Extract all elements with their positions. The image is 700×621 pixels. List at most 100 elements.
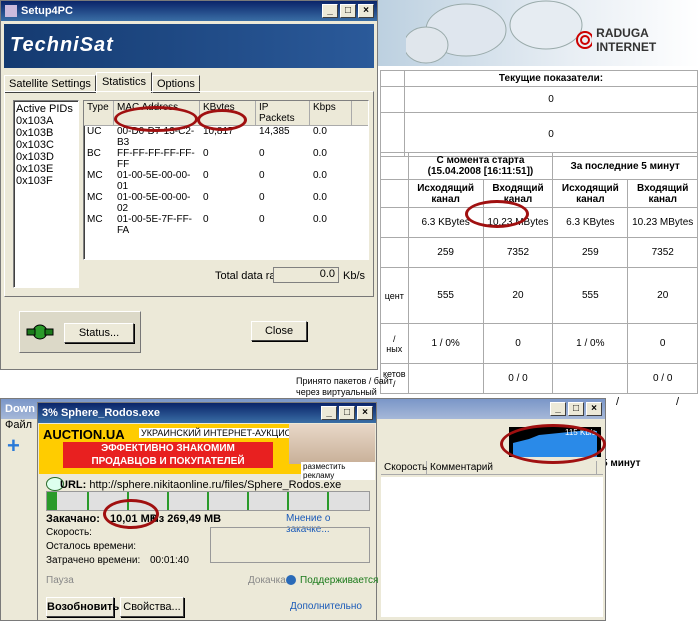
resume-button[interactable]: Возобновить [46, 597, 119, 617]
ad-line-1: ЭФФЕКТИВНО ЗНАКОМИМ [101, 443, 235, 454]
downloaded-total: из 269,49 MB [152, 513, 222, 525]
setup4pc-titlebar: Setup4PC _ □ × [1, 1, 377, 21]
table-cell: 14,385 [259, 126, 290, 137]
table-cell: UC [87, 126, 102, 137]
dm-title: Down [5, 403, 35, 415]
pid-item[interactable]: 0x103A [16, 115, 76, 127]
download-list-body [381, 477, 603, 617]
progress-segment-mark [247, 492, 249, 510]
table-cell: MC [87, 192, 103, 203]
table-cell: 0.0 [313, 192, 327, 203]
menu-file[interactable]: Файл [5, 419, 32, 431]
table-cell: 0 [259, 170, 265, 181]
col-speed[interactable]: Скорость [381, 461, 427, 474]
ad-slogan: ЭФФЕКТИВНО ЗНАКОМИМ ПРОДАВЦОВ И ПОКУПАТЕ… [63, 442, 273, 468]
ad-woman-photo [289, 424, 375, 464]
resume-icon [286, 575, 296, 585]
url-label: URL: [60, 479, 87, 491]
highlight-oval-incoming [465, 200, 529, 228]
raduga-logo: RADUGA INTERNET [576, 26, 700, 54]
last5-bottom-header: 5 минут [602, 458, 641, 469]
raduga-banner: RADUGA INTERNET [376, 0, 700, 66]
minimize-button[interactable]: _ [322, 4, 338, 18]
col-comment[interactable]: Комментарий [427, 461, 597, 474]
app-icon [5, 5, 17, 17]
table-cell: 01-00-5E-00-00-02 [117, 192, 191, 214]
pid-item[interactable]: 0x103C [16, 139, 76, 151]
table-row[interactable]: BC FF-FF-FF-FF-FF-FF 0 0 0.0 [84, 148, 368, 170]
status-button[interactable]: Status... [64, 323, 134, 343]
pause-checkbox[interactable]: Пауза [46, 575, 74, 586]
more-link[interactable]: Дополнительно [290, 601, 362, 612]
table-cell: 0 [203, 192, 209, 203]
dm-minimize-button[interactable]: _ [550, 402, 566, 416]
dialog-close-icon[interactable]: × [357, 406, 373, 420]
download-dialog: 3% Sphere_Rodos.exe _ □ × AUCTION.UA УКР… [37, 402, 379, 621]
table-cell: 0 [259, 214, 265, 225]
resume-value: Поддерживается [300, 575, 379, 586]
progress-segment-mark [87, 492, 89, 510]
maximize-button[interactable]: □ [340, 4, 356, 18]
properties-button[interactable]: Свойства... [120, 597, 184, 617]
mac-col-header[interactable]: Type [84, 101, 114, 125]
pids-header: Active PIDs [16, 103, 73, 115]
traffic-stats-table: С момента старта (15.04.2008 [16:11:51]) … [380, 152, 698, 394]
progress-segment-mark [207, 492, 209, 510]
dialog-minimize-button[interactable]: _ [321, 406, 337, 420]
table-cell: 0.0 [313, 170, 327, 181]
ad-title: AUCTION.UA [43, 427, 125, 442]
status-group: Status... [19, 311, 141, 353]
setup4pc-window: Setup4PC _ □ × TechniSat Satellite Setti… [0, 0, 378, 370]
table-cell: 01-00-5E-00-00-01 [117, 170, 191, 192]
elapsed-label: Затрачено времени: [46, 555, 141, 566]
active-pids-list[interactable]: Active PIDs 0x103A 0x103B 0x103C 0x103D 0x10… [13, 100, 79, 288]
table-cell: 0.0 [313, 126, 327, 137]
technisat-banner: TechniSat [4, 24, 374, 68]
highlight-oval-downloaded [103, 499, 159, 529]
satellite-icon [26, 324, 54, 340]
table-row[interactable]: MC 01-00-5E-7F-FF-FA 0 0 0.0 [84, 214, 368, 236]
add-download-icon[interactable]: + [7, 433, 20, 459]
progress-segment-mark [327, 492, 329, 510]
speed-label: Скорость: [46, 527, 92, 538]
info-box [210, 527, 370, 563]
ad-subtitle: УКРАИНСКИЙ ИНТЕРНЕТ-АУКЦИОН [139, 428, 301, 438]
progress-segment-mark [167, 492, 169, 510]
slash-cell: / [616, 396, 620, 408]
ad-link[interactable]: разместить рекламу [301, 462, 375, 480]
downloaded-label: Закачано: [46, 513, 100, 525]
table-row[interactable]: MC 01-00-5E-00-00-02 0 0 0.0 [84, 192, 368, 214]
table-cell: 0 [259, 148, 265, 159]
ad-line-2: ПРОДАВЦОВ И ПОКУПАТЕЛЕЙ [91, 456, 245, 467]
table-cell: 0 [259, 192, 265, 203]
table-cell: 0.0 [313, 148, 327, 159]
pid-item[interactable]: 0x103B [16, 127, 76, 139]
dm-maximize-button[interactable]: □ [568, 402, 584, 416]
table-cell: 0 [203, 170, 209, 181]
table-cell: MC [87, 214, 103, 225]
download-progress-bar [46, 491, 370, 511]
mac-col-header[interactable]: IP Packets [256, 101, 310, 125]
mac-col-header[interactable]: Kbps [310, 101, 352, 125]
technisat-logo: TechniSat [10, 34, 114, 56]
close-button[interactable]: Close [251, 321, 307, 341]
pid-item[interactable]: 0x103D [16, 151, 76, 163]
dialog-maximize-button[interactable]: □ [339, 406, 355, 420]
download-list-header: Скорость Комментарий [381, 461, 603, 475]
pid-item[interactable]: 0x103F [16, 175, 76, 187]
slash-cell-2: / [676, 396, 680, 408]
pid-item[interactable]: 0x103E [16, 163, 76, 175]
table-cell: 0.0 [313, 214, 327, 225]
url-value: http://sphere.nikitaonline.ru/files/Sphe… [89, 479, 342, 491]
table-cell: MC [87, 170, 103, 181]
close-icon[interactable]: × [358, 4, 374, 18]
auction-ad-banner[interactable]: AUCTION.UA УКРАИНСКИЙ ИНТЕРНЕТ-АУКЦИОН Э… [39, 424, 375, 480]
table-row[interactable]: MC 01-00-5E-00-00-01 0 0 0.0 [84, 170, 368, 192]
dm-close-icon[interactable]: × [586, 402, 602, 416]
highlight-oval-mac [114, 106, 198, 132]
table-cell: BC [87, 148, 101, 159]
tab-statistics[interactable]: Statistics [95, 72, 152, 93]
download-dialog-titlebar: 3% Sphere_Rodos.exe _ □ × [38, 403, 376, 423]
total-rate-unit: Kb/s [343, 270, 366, 282]
resume-label: Докачка: [248, 575, 289, 586]
